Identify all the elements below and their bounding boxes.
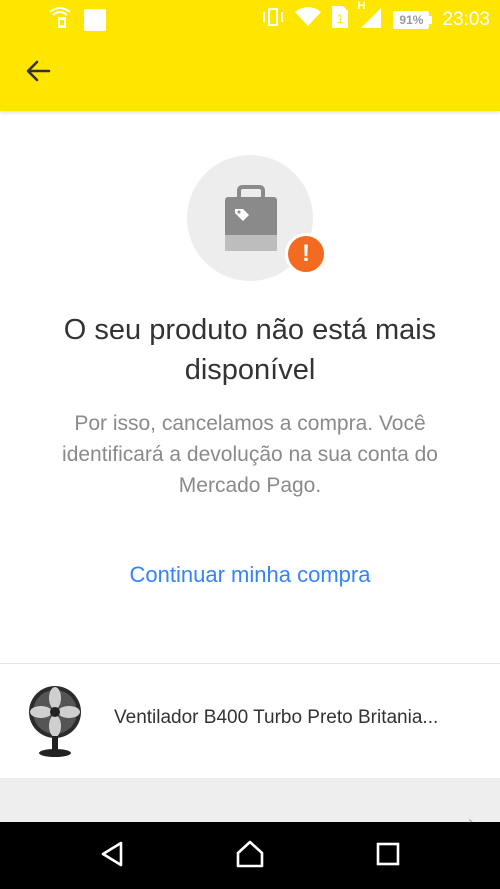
unavailable-illustration: !	[187, 155, 327, 281]
clock: 23:03	[442, 8, 490, 30]
page-title: O seu produto não está mais disponível	[63, 314, 437, 386]
status-bar-right: 1 H 91% 23:03	[261, 0, 490, 34]
battery-percent: 91%	[393, 10, 430, 29]
chevron-right-icon: ›	[468, 812, 474, 822]
notification-square-icon	[84, 8, 106, 31]
status-bar: 1 H 91% 23:03	[0, 0, 500, 34]
battery-icon: 91%	[393, 10, 433, 29]
exclamation-icon: !	[285, 233, 327, 275]
sim-icon: 1	[331, 5, 349, 34]
status-bar-left	[48, 6, 106, 33]
cancel-message: Por isso, cancelamos a compra. Você iden…	[62, 412, 438, 497]
system-nav-bar	[0, 822, 500, 889]
product-name: Ventilador B400 Turbo Preto Britania...	[114, 707, 439, 728]
nav-home-icon	[234, 839, 266, 874]
nav-recents-button[interactable]	[370, 840, 406, 872]
nav-recents-icon	[375, 841, 401, 872]
vibrate-icon	[261, 6, 285, 33]
back-button[interactable]	[18, 54, 58, 92]
next-section-partial[interactable]: ›	[0, 778, 500, 822]
nav-back-icon	[99, 840, 125, 873]
nav-back-button[interactable]	[94, 840, 130, 872]
wifi-calling-icon	[48, 6, 72, 33]
svg-text:1: 1	[337, 12, 344, 26]
toolbar	[0, 34, 500, 111]
wifi-icon	[295, 6, 322, 33]
signal-icon: H	[357, 0, 383, 33]
nav-home-button[interactable]	[232, 840, 268, 872]
shopping-bag-icon	[225, 185, 277, 256]
fan-icon	[26, 684, 84, 758]
arrow-left-icon	[25, 60, 51, 87]
product-row[interactable]: Ventilador B400 Turbo Preto Britania...	[0, 664, 500, 778]
continue-shopping-link[interactable]: Continuar minha compra	[0, 562, 500, 588]
